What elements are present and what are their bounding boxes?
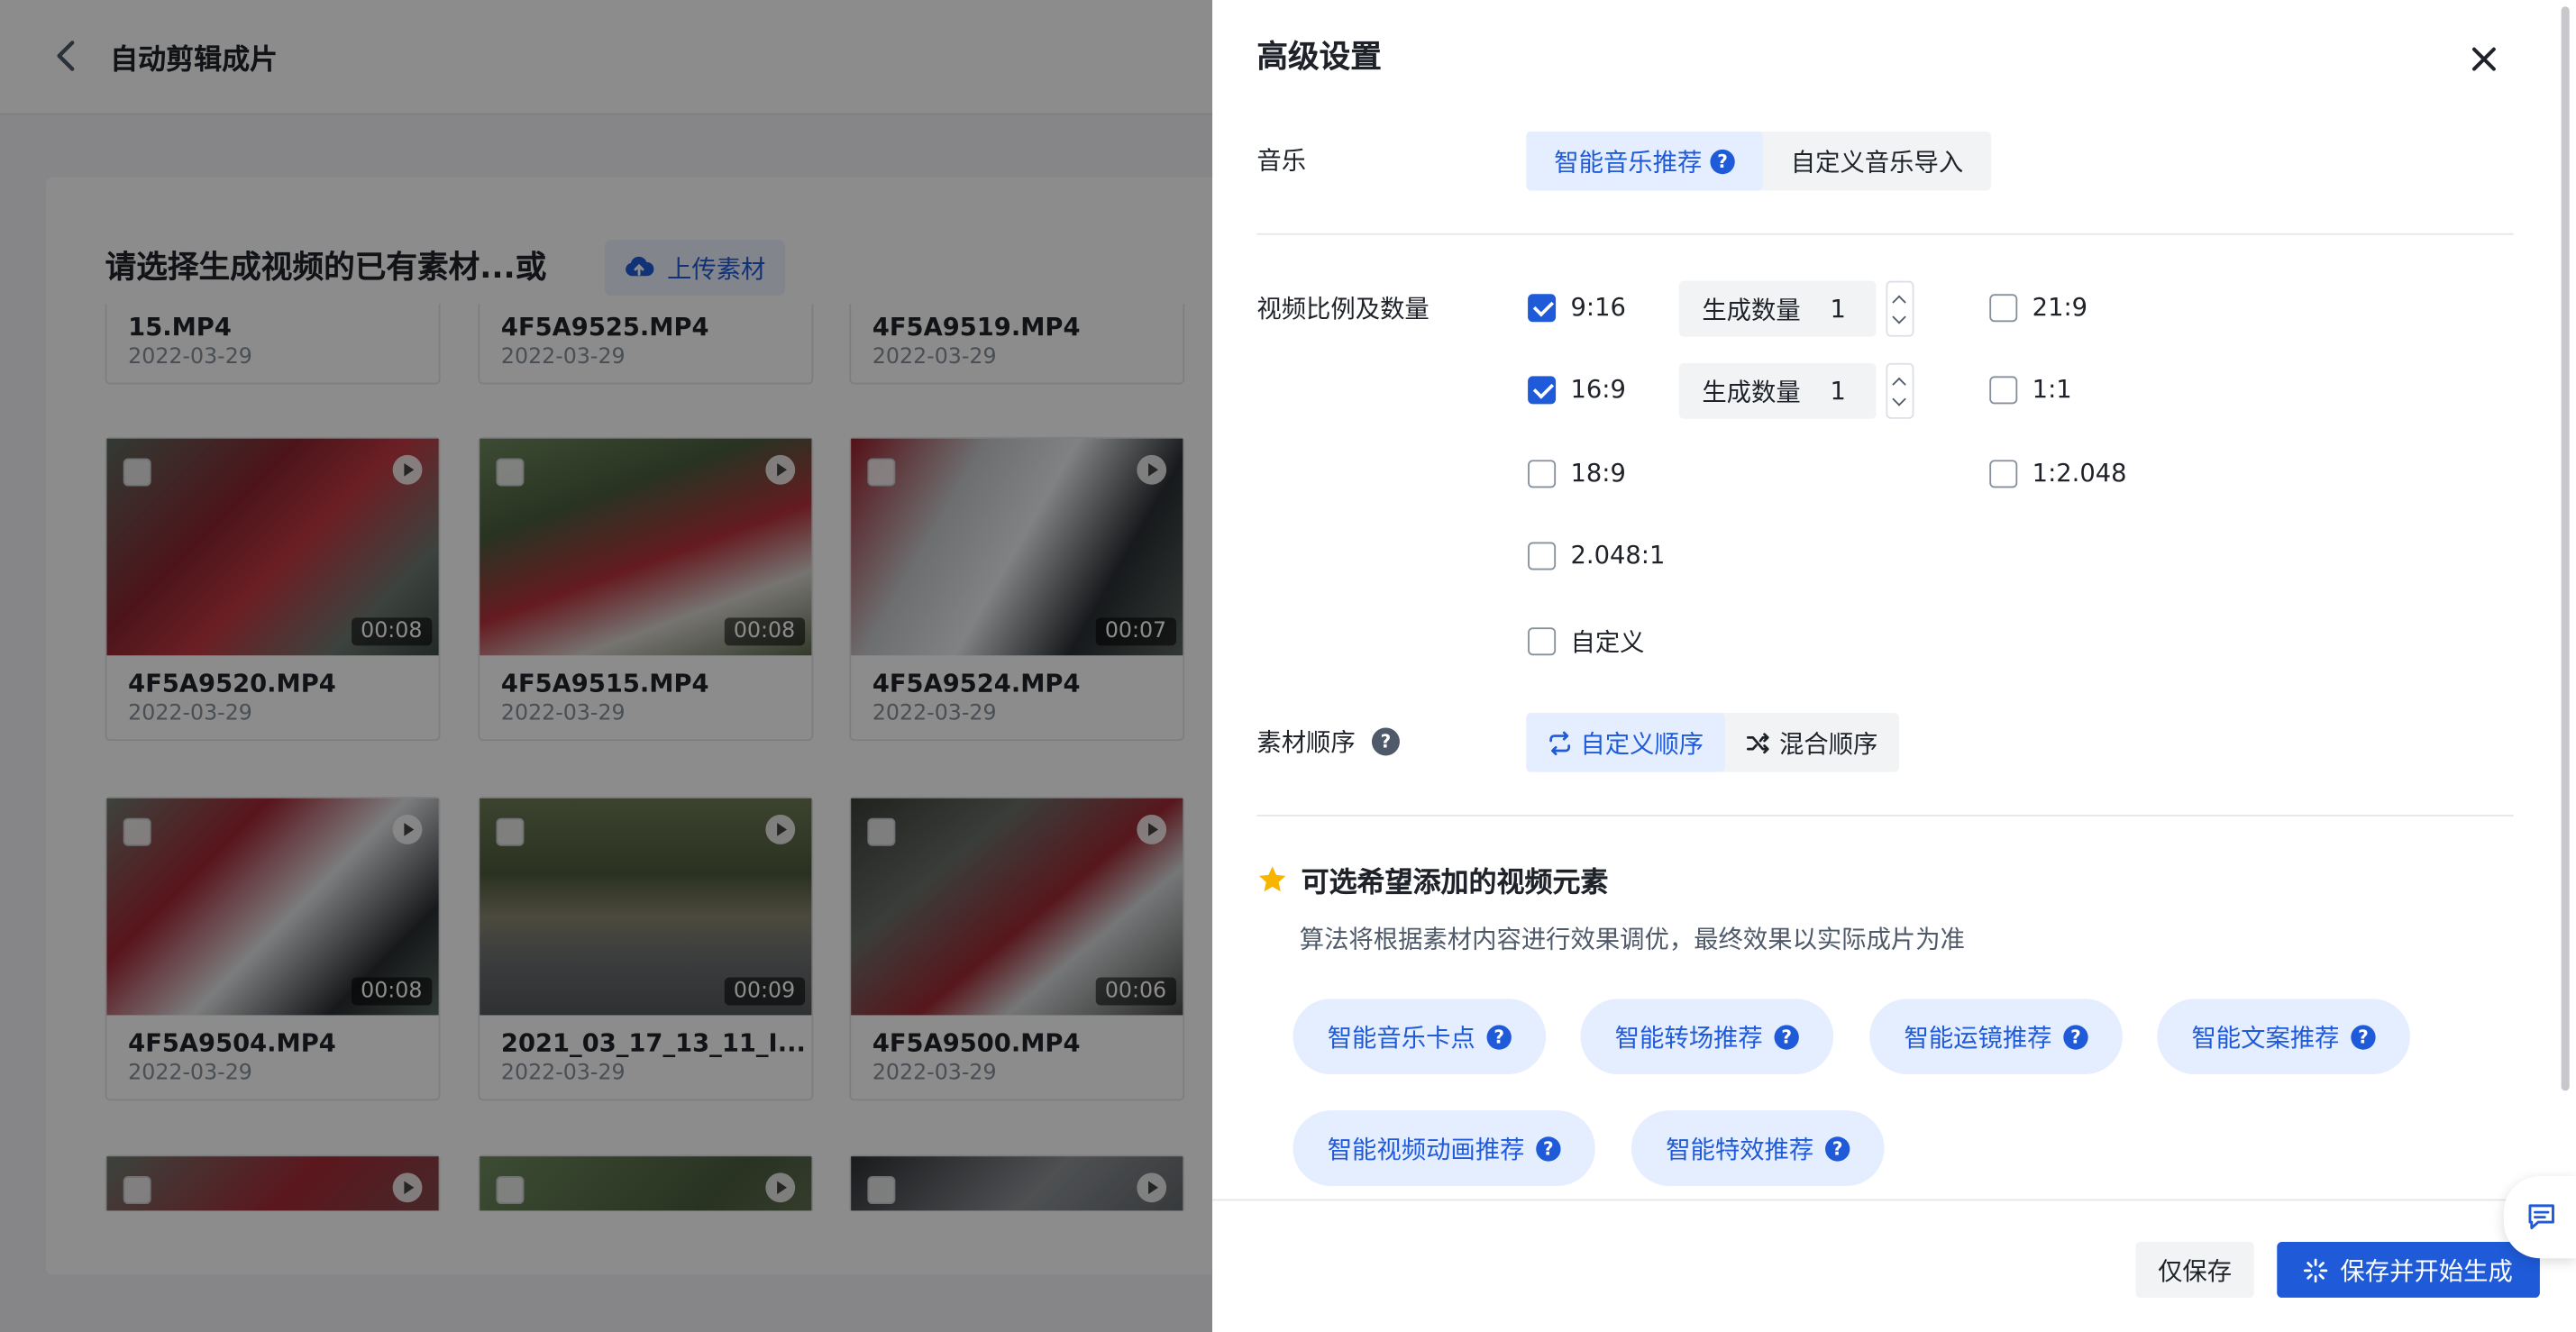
star-icon xyxy=(1258,866,1286,892)
element-option-camera-move[interactable]: 智能运镜推荐 ? xyxy=(1869,999,2123,1075)
music-option-smart-label: 智能音乐推荐 xyxy=(1554,147,1703,177)
save-and-generate-button[interactable]: 保存并开始生成 xyxy=(2277,1241,2540,1298)
element-option-label: 智能音乐卡点 xyxy=(1327,1022,1475,1053)
elements-description: 算法将根据素材内容进行效果调优，最终效果以实际成片为准 xyxy=(1299,925,1965,954)
quantity-label: 生成数量 xyxy=(1702,295,1801,324)
ratio-option-9-16[interactable]: 9:16 xyxy=(1528,292,1626,322)
ratio-option-label: 21:9 xyxy=(2032,292,2088,323)
ratio-checkbox[interactable] xyxy=(1989,375,2018,404)
drawer-title: 高级设置 xyxy=(1256,39,1382,76)
elements-title: 可选希望添加的视频元素 xyxy=(1301,867,1609,900)
feedback-button[interactable] xyxy=(2503,1176,2576,1259)
chevron-down-icon[interactable] xyxy=(1892,392,1906,406)
element-option-label: 智能特效推荐 xyxy=(1666,1134,1814,1164)
save-and-generate-label: 保存并开始生成 xyxy=(2340,1255,2513,1286)
element-option-copywriting[interactable]: 智能文案推荐 ? xyxy=(2157,999,2410,1075)
help-icon[interactable]: ? xyxy=(1825,1136,1850,1161)
app-root: 自动剪辑成片 请选择生成视频的已有素材...或 上传素材 15.MP4 2022… xyxy=(0,0,2576,1332)
help-icon[interactable]: ? xyxy=(2351,1024,2376,1049)
ratio-checkbox[interactable] xyxy=(1528,293,1557,322)
element-option-transition[interactable]: 智能转场推荐 ? xyxy=(1580,999,1834,1075)
element-option-label: 智能视频动画推荐 xyxy=(1327,1134,1525,1164)
ratio-checkbox[interactable] xyxy=(1528,459,1557,488)
order-option-custom-label: 自定义顺序 xyxy=(1580,728,1704,759)
chevron-up-icon[interactable] xyxy=(1892,295,1906,310)
loop-icon xyxy=(1549,730,1571,755)
music-option-custom-label: 自定义音乐导入 xyxy=(1790,147,1964,177)
help-icon[interactable]: ? xyxy=(1710,148,1735,174)
chevron-up-icon[interactable] xyxy=(1892,377,1906,392)
help-icon[interactable]: ? xyxy=(1486,1024,1512,1049)
ratio-option-label: 9:16 xyxy=(1570,292,1626,323)
element-option-label: 智能转场推荐 xyxy=(1614,1022,1763,1053)
element-option-label: 智能运镜推荐 xyxy=(1904,1022,2052,1053)
ratio-checkbox[interactable] xyxy=(1989,293,2018,322)
ratio-option-1-1[interactable]: 1:1 xyxy=(1989,374,2072,405)
shuffle-icon xyxy=(1747,732,1769,753)
music-option-custom[interactable]: 自定义音乐导入 xyxy=(1763,132,1991,191)
sparkle-icon xyxy=(2304,1257,2329,1282)
divider xyxy=(1256,233,2514,235)
close-icon[interactable] xyxy=(2468,42,2500,75)
element-option-effects[interactable]: 智能特效推荐 ? xyxy=(1631,1110,1885,1186)
ratio-option-16-9[interactable]: 16:9 xyxy=(1528,374,1626,405)
quantity-value[interactable]: 1 xyxy=(1831,294,1846,324)
ratio-checkbox[interactable] xyxy=(1528,627,1557,656)
element-option-music-beat[interactable]: 智能音乐卡点 ? xyxy=(1293,999,1547,1075)
scrollbar[interactable] xyxy=(2561,6,2570,1091)
music-label: 音乐 xyxy=(1256,146,1307,177)
order-label-row: 素材顺序 ? xyxy=(1256,725,1400,759)
ratio-checkbox[interactable] xyxy=(1528,541,1557,570)
quantity-label: 生成数量 xyxy=(1702,377,1801,407)
help-icon[interactable]: ? xyxy=(1371,727,1400,756)
ratio-option-1-2048[interactable]: 1:2.048 xyxy=(1989,458,2127,488)
help-icon[interactable]: ? xyxy=(2063,1024,2088,1049)
ratio-checkbox[interactable] xyxy=(1528,375,1557,404)
element-option-animation[interactable]: 智能视频动画推荐 ? xyxy=(1293,1110,1595,1186)
element-option-label: 智能文案推荐 xyxy=(2191,1022,2340,1053)
ratio-option-label: 2.048:1 xyxy=(1570,540,1666,570)
ratio-option-label: 1:1 xyxy=(2032,374,2072,405)
advanced-settings-drawer: 高级设置 音乐 智能音乐推荐 ? 自定义音乐导入 视频比例及数量 9:16 生成… xyxy=(1212,0,2576,1332)
help-icon[interactable]: ? xyxy=(1536,1136,1561,1161)
ratio-option-21-9[interactable]: 21:9 xyxy=(1989,292,2087,322)
ratio-checkbox[interactable] xyxy=(1989,459,2018,488)
ratio-label: 视频比例及数量 xyxy=(1256,294,1430,324)
ratio-option-label: 18:9 xyxy=(1570,458,1626,488)
order-option-mixed[interactable]: 混合顺序 xyxy=(1725,713,1899,772)
order-option-mixed-label: 混合顺序 xyxy=(1779,728,1878,759)
drawer-footer: 仅保存 保存并开始生成 xyxy=(1212,1199,2576,1332)
save-only-button[interactable]: 仅保存 xyxy=(2135,1241,2254,1298)
order-option-custom[interactable]: 自定义顺序 xyxy=(1526,713,1725,772)
quantity-stepper[interactable] xyxy=(1886,362,1914,419)
chat-icon xyxy=(2528,1204,2554,1229)
quantity-value[interactable]: 1 xyxy=(1831,376,1846,406)
music-option-smart[interactable]: 智能音乐推荐 ? xyxy=(1526,131,1763,191)
elements-title-row: 可选希望添加的视频元素 xyxy=(1256,859,1608,900)
help-icon[interactable]: ? xyxy=(1774,1024,1799,1049)
modal-overlay[interactable] xyxy=(0,0,1213,1332)
chevron-down-icon[interactable] xyxy=(1892,310,1906,324)
quantity-field[interactable]: 生成数量 1 xyxy=(1678,362,1877,419)
ratio-option-label: 自定义 xyxy=(1570,627,1645,658)
ratio-option-label: 16:9 xyxy=(1570,374,1626,405)
ratio-option-18-9[interactable]: 18:9 xyxy=(1528,459,1626,488)
order-label: 素材顺序 xyxy=(1256,727,1356,758)
ratio-option-custom[interactable]: 自定义 xyxy=(1528,625,1645,659)
divider xyxy=(1256,815,2514,817)
ratio-option-2048-1[interactable]: 2.048:1 xyxy=(1528,541,1665,570)
ratio-option-label: 1:2.048 xyxy=(2032,458,2127,488)
quantity-field[interactable]: 生成数量 1 xyxy=(1678,280,1877,337)
quantity-stepper[interactable] xyxy=(1886,280,1914,337)
music-segmented: 智能音乐推荐 ? 自定义音乐导入 xyxy=(1526,131,1992,191)
order-segmented: 自定义顺序 混合顺序 xyxy=(1526,713,1900,772)
